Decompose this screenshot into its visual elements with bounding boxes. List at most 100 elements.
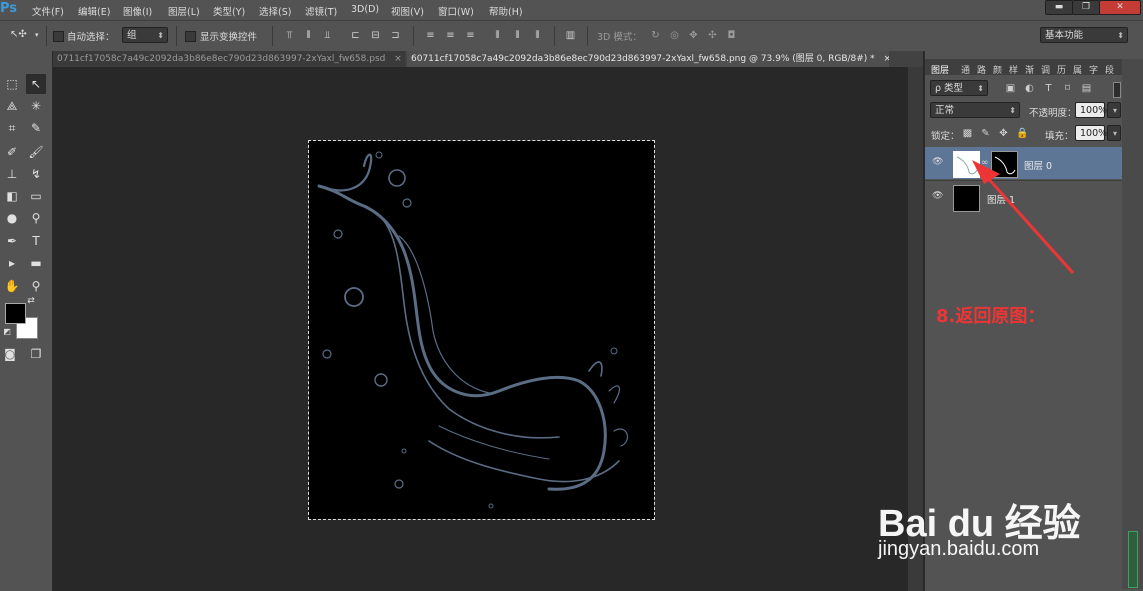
fill-dropdown[interactable]: ▾ <box>1107 125 1121 141</box>
filter-smart-object-icon[interactable]: ▤ <box>1081 83 1092 94</box>
fill-input[interactable]: 100% <box>1075 125 1107 141</box>
tab-channels[interactable]: 通 <box>961 63 970 76</box>
blend-mode-dropdown[interactable]: 正常 ⬍ <box>930 102 1020 118</box>
distribute-bottom-icon[interactable]: ≡ <box>465 30 476 41</box>
default-colors-icon[interactable]: ◩ <box>2 327 12 337</box>
distribute-vcenter-icon[interactable]: ≡ <box>445 30 456 41</box>
tab-adjustments[interactable]: 调 <box>1041 63 1050 76</box>
align-top-icon[interactable]: ⫪ <box>284 30 295 41</box>
tab-document-png[interactable]: 60711cf17058c7a49c2092da3b86e8ec790d23d8… <box>407 51 889 67</box>
tab-layers[interactable]: 图层 <box>931 63 949 76</box>
tab-gradients[interactable]: 渐 <box>1025 63 1034 76</box>
chevron-down-icon: ▾ <box>1112 129 1117 138</box>
align-hcenter-icon[interactable]: ⊟ <box>370 30 381 41</box>
menu-type[interactable]: 类型(Y) <box>213 4 245 18</box>
menu-filter[interactable]: 滤镜(T) <box>305 4 337 18</box>
align-bottom-icon[interactable]: ⫫ <box>322 30 333 41</box>
lock-position-icon[interactable]: ✥ <box>998 128 1009 139</box>
path-selection-tool-icon[interactable]: ▸ <box>2 253 22 273</box>
menu-help[interactable]: 帮助(H) <box>489 4 523 18</box>
tab-color[interactable]: 颜 <box>993 63 1002 76</box>
visibility-eye-icon[interactable]: 👁 <box>932 157 943 167</box>
clone-stamp-tool-icon[interactable]: ⊥ <box>2 164 22 184</box>
brush-tool-icon[interactable]: 🖌 <box>26 142 46 162</box>
move-tool-icon[interactable]: ↖ <box>26 74 46 94</box>
move-tool-preset-icon[interactable]: ↖✣ <box>10 29 27 40</box>
pen-tool-icon[interactable]: ✒ <box>2 231 22 251</box>
workspace-dropdown[interactable]: 基本功能 ⬍ <box>1040 27 1128 43</box>
tab-close-icon[interactable]: × <box>884 54 889 64</box>
tab-history[interactable]: 历 <box>1057 63 1066 76</box>
filter-adjustment-icon[interactable]: ◐ <box>1024 83 1035 94</box>
filter-pixel-icon[interactable]: ▣ <box>1005 83 1016 94</box>
menu-edit[interactable]: 编辑(E) <box>78 4 110 18</box>
crop-tool-icon[interactable]: ⌗ <box>2 118 22 138</box>
3d-rotate-icon[interactable]: ↻ <box>650 30 661 41</box>
eyedropper-tool-icon[interactable]: ✎ <box>26 118 46 138</box>
opacity-dropdown[interactable]: ▾ <box>1107 102 1121 118</box>
align-vcenter-icon[interactable]: ⫴ <box>303 30 314 41</box>
annotation-text: 8.返回原图： <box>936 306 1046 327</box>
dodge-tool-icon[interactable]: ⚲ <box>26 208 46 228</box>
gradient-tool-icon[interactable]: ▭ <box>26 186 46 206</box>
chevron-down-icon[interactable]: ▾ <box>35 31 39 39</box>
menu-layer[interactable]: 图层(L) <box>168 4 200 18</box>
tab-document-psd[interactable]: 0711cf17058c7a49c2092da3b86e8ec790d23d86… <box>53 51 405 67</box>
visibility-eye-icon[interactable]: 👁 <box>932 191 943 201</box>
filter-toggle[interactable] <box>1113 82 1121 98</box>
align-left-icon[interactable]: ⊏ <box>350 30 361 41</box>
auto-select-checkbox[interactable] <box>53 31 64 42</box>
hand-tool-icon[interactable]: ✋ <box>2 276 22 296</box>
layer-filter-dropdown[interactable]: ρ 类型 ⬍ <box>930 80 988 96</box>
restore-button[interactable]: ❐ <box>1072 0 1100 15</box>
tab-character[interactable]: 字 <box>1089 63 1098 76</box>
screen-mode-icon[interactable]: ❐ <box>26 344 46 364</box>
distribute-left-icon[interactable]: ⦀ <box>492 30 503 41</box>
menu-3d[interactable]: 3D(D) <box>351 4 379 15</box>
show-transform-checkbox[interactable] <box>185 31 196 42</box>
foreground-color-swatch[interactable] <box>5 303 26 324</box>
eraser-tool-icon[interactable]: ◧ <box>2 186 22 206</box>
marquee-tool-icon[interactable]: ⬚ <box>2 74 22 94</box>
resize-grip[interactable] <box>1128 531 1138 588</box>
menu-select[interactable]: 选择(S) <box>259 4 291 18</box>
minimize-button[interactable]: ▬ <box>1045 0 1073 15</box>
tab-paragraph[interactable]: 段 <box>1105 63 1114 76</box>
type-tool-icon[interactable]: T <box>26 231 46 251</box>
magic-wand-tool-icon[interactable]: ✳ <box>26 96 46 116</box>
lock-all-icon[interactable]: 🔒 <box>1016 128 1028 139</box>
filter-type-icon[interactable]: T <box>1043 83 1054 94</box>
zoom-tool-icon[interactable]: ⚲ <box>26 276 46 296</box>
opacity-input[interactable]: 100% <box>1075 102 1107 118</box>
distribute-hcenter-icon[interactable]: ⦀ <box>512 30 523 41</box>
lock-pixels-icon[interactable]: ✎ <box>980 128 991 139</box>
lasso-tool-icon[interactable]: ⟁ <box>2 96 22 116</box>
close-button[interactable]: ✕ <box>1099 0 1141 15</box>
document-canvas[interactable] <box>308 140 655 520</box>
swap-colors-icon[interactable]: ⇄ <box>26 296 36 306</box>
lock-transparency-icon[interactable]: ▩ <box>962 128 973 139</box>
auto-align-icon[interactable]: ▥ <box>565 30 576 41</box>
menu-file[interactable]: 文件(F) <box>32 4 64 18</box>
tab-paths[interactable]: 路 <box>977 63 986 76</box>
tab-properties[interactable]: 属 <box>1073 63 1082 76</box>
rectangle-tool-icon[interactable]: ▬ <box>26 253 46 273</box>
3d-drag-icon[interactable]: ✥ <box>688 30 699 41</box>
menu-window[interactable]: 窗口(W) <box>438 4 474 18</box>
3d-roll-icon[interactable]: ◎ <box>669 30 680 41</box>
3d-slide-icon[interactable]: ✣ <box>707 30 718 41</box>
3d-scale-icon[interactable]: ◘ <box>726 30 737 41</box>
blur-tool-icon[interactable]: ● <box>2 208 22 228</box>
auto-select-dropdown[interactable]: 组 ⬍ <box>122 27 168 43</box>
menu-image[interactable]: 图像(I) <box>123 4 152 18</box>
align-right-icon[interactable]: ⊐ <box>390 30 401 41</box>
tab-swatches[interactable]: 样 <box>1009 63 1018 76</box>
menu-view[interactable]: 视图(V) <box>391 4 424 18</box>
quick-mask-icon[interactable]: ◙ <box>0 344 20 364</box>
distribute-right-icon[interactable]: ⦀ <box>532 30 543 41</box>
healing-brush-tool-icon[interactable]: ✐ <box>2 142 22 162</box>
distribute-top-icon[interactable]: ≡ <box>425 30 436 41</box>
filter-shape-icon[interactable]: ⌑ <box>1062 83 1073 94</box>
history-brush-tool-icon[interactable]: ↯ <box>26 164 46 184</box>
tab-close-icon[interactable]: × <box>394 54 402 64</box>
